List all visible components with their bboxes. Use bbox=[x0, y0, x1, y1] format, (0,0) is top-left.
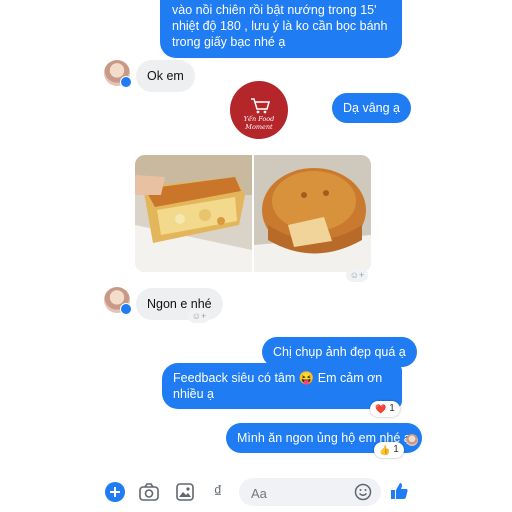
thumbs-up-icon: 👍 bbox=[379, 445, 391, 455]
currency-icon[interactable]: ₫ bbox=[208, 481, 228, 503]
message-text: Dạ vâng ạ bbox=[343, 101, 400, 115]
seen-avatar bbox=[406, 434, 418, 446]
messenger-badge-icon bbox=[120, 303, 132, 315]
message-bubble-outgoing[interactable]: Dạ vâng ạ bbox=[332, 93, 411, 123]
message-input[interactable] bbox=[239, 478, 381, 506]
camera-icon[interactable] bbox=[138, 481, 160, 503]
food-photo-2[interactable] bbox=[254, 155, 371, 272]
watermark-logo: Yến Food Moment bbox=[230, 81, 288, 139]
pie-whole-image bbox=[254, 155, 371, 272]
message-input-field[interactable] bbox=[249, 483, 353, 503]
gallery-icon[interactable] bbox=[174, 481, 196, 503]
message-text: Ok em bbox=[147, 69, 184, 83]
message-bubble-outgoing[interactable]: vào nồi chiên rồi bật nướng trong 15' nh… bbox=[160, 0, 402, 58]
messenger-badge-icon bbox=[120, 76, 132, 88]
message-text: Feedback siêu có tâm 😝 Em cảm ơn nhiều ạ bbox=[173, 371, 383, 401]
message-bubble-incoming[interactable]: Ok em bbox=[136, 60, 195, 92]
pie-slice-image bbox=[135, 155, 252, 272]
emoji-icon[interactable] bbox=[353, 482, 373, 502]
message-text: vào nồi chiên rồi bật nướng trong 15' nh… bbox=[172, 3, 388, 49]
add-reaction-button[interactable]: ☺+ bbox=[188, 309, 210, 323]
reaction-count: 1 bbox=[393, 444, 399, 455]
reaction-count: 1 bbox=[389, 403, 395, 414]
plus-icon[interactable] bbox=[105, 482, 125, 502]
message-text: Chị chụp ảnh đẹp quá ạ bbox=[273, 345, 406, 359]
watermark-text: Yến Food Moment bbox=[243, 115, 275, 131]
heart-icon: ❤️ bbox=[375, 404, 387, 414]
message-bubble-outgoing[interactable]: Feedback siêu có tâm 😝 Em cảm ơn nhiều ạ bbox=[162, 363, 402, 409]
like-icon[interactable] bbox=[388, 480, 410, 502]
add-reaction-button[interactable]: ☺+ bbox=[346, 268, 368, 282]
heart-reaction[interactable]: ❤️ 1 bbox=[370, 401, 400, 417]
food-photo-1[interactable] bbox=[135, 155, 252, 272]
thumbs-up-reaction[interactable]: 👍 1 bbox=[374, 442, 404, 458]
